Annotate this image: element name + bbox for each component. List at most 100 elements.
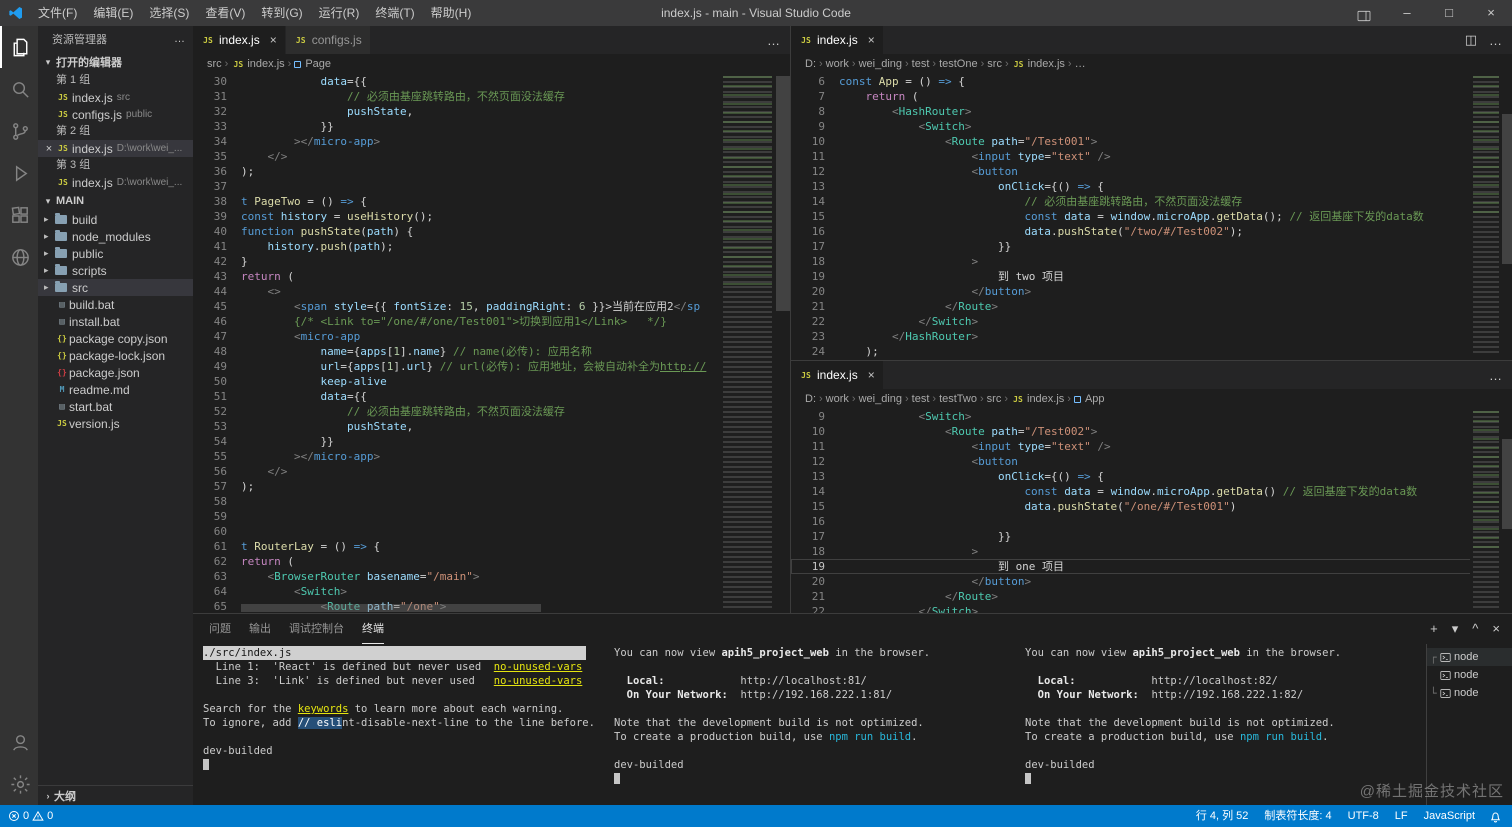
code-line[interactable]: 14 // 必须由基座跳转路由，不然页面没法缓存 <box>791 194 1512 209</box>
project-section-header[interactable]: ▾ MAIN <box>38 191 193 211</box>
code-line[interactable]: 18 > <box>791 544 1512 559</box>
minimize-button[interactable]: – <box>1386 0 1428 26</box>
code-line[interactable]: 13 onClick={() => { <box>791 179 1512 194</box>
file-item[interactable]: ▤ install.bat <box>38 313 193 330</box>
code-line[interactable]: 12 <button <box>791 164 1512 179</box>
extensions-icon[interactable] <box>0 194 38 236</box>
breadcrumb-item[interactable]: src <box>987 393 1002 405</box>
close-icon[interactable]: × <box>42 143 56 155</box>
code-line[interactable]: 17 }} <box>791 239 1512 254</box>
notifications-bell-icon[interactable] <box>1483 806 1502 826</box>
breadcrumb-item[interactable]: wei_ding <box>859 393 902 405</box>
breadcrumb-item[interactable]: src <box>207 58 222 70</box>
breadcrumb-item[interactable]: Page <box>294 58 331 70</box>
code-line[interactable]: 30 data={{ <box>193 74 790 89</box>
code-line[interactable]: 50 keep-alive <box>193 374 790 389</box>
open-editors-header[interactable]: ▾ 打开的编辑器 <box>38 52 193 72</box>
code-line[interactable]: 41 history.push(path); <box>193 239 790 254</box>
menu-item[interactable]: 运行(R) <box>311 0 368 26</box>
code-line[interactable]: 6 const App = () => { <box>791 74 1512 89</box>
code-line[interactable]: 40 function pushState(path) { <box>193 224 790 239</box>
editor-tab[interactable]: JS index.js × <box>193 26 286 54</box>
vertical-scrollbar[interactable] <box>1502 439 1512 529</box>
terminal-1[interactable]: ./src/index.js Line 1: 'React' is define… <box>193 644 604 805</box>
search-icon[interactable] <box>0 68 38 110</box>
panel-tab[interactable]: 终端 <box>362 615 384 644</box>
menu-item[interactable]: 选择(S) <box>141 0 197 26</box>
code-line[interactable]: 61 t RouterLay = () => { <box>193 539 790 554</box>
breadcrumb-item[interactable]: testOne <box>939 58 978 70</box>
code-line[interactable]: 46 {/* <Link to="/one/#/one/Test001">切换到… <box>193 314 790 329</box>
more-actions-icon[interactable]: … <box>174 33 185 45</box>
code-line[interactable]: 38 t PageTwo = () => { <box>193 194 790 209</box>
code-line[interactable]: 32 pushState, <box>193 104 790 119</box>
code-line[interactable]: 10 <Route path="/Test001"> <box>791 134 1512 149</box>
breadcrumb-item[interactable]: JS index.js <box>1012 58 1065 70</box>
breadcrumb-item[interactable]: JS index.js <box>1011 393 1064 405</box>
folder-item[interactable]: ▸ scripts <box>38 262 193 279</box>
breadcrumb-item[interactable]: wei_ding <box>859 58 902 70</box>
status-item[interactable]: LF <box>1387 805 1416 827</box>
code-line[interactable]: 60 <box>193 524 790 539</box>
menu-item[interactable]: 帮助(H) <box>423 0 480 26</box>
breadcrumb-item[interactable]: D: <box>805 393 816 405</box>
code-line[interactable]: 45 <span style={{ fontSize: 15, paddingR… <box>193 299 790 314</box>
editor-tab[interactable]: JS index.js × <box>791 361 884 389</box>
file-item[interactable]: {} package copy.json <box>38 330 193 347</box>
layout-toggle-icon[interactable] <box>1356 8 1372 24</box>
code-line[interactable]: 21 </Route> <box>791 299 1512 314</box>
code-line[interactable]: 8 <HashRouter> <box>791 104 1512 119</box>
code-line[interactable]: 51 data={{ <box>193 389 790 404</box>
breadcrumb-item[interactable]: … <box>1075 58 1086 70</box>
globe-icon[interactable] <box>0 236 38 278</box>
code-line[interactable]: 31 // 必须由基座跳转路由，不然页面没法缓存 <box>193 89 790 104</box>
code-line[interactable]: 53 pushState, <box>193 419 790 434</box>
code-line[interactable]: 20 </button> <box>791 574 1512 589</box>
status-item[interactable]: 行 4, 列 52 <box>1188 805 1257 827</box>
more-icon[interactable]: … <box>1489 368 1502 383</box>
file-item[interactable]: {} package.json <box>38 364 193 381</box>
more-icon[interactable]: … <box>767 33 780 48</box>
code-line[interactable]: 35 </> <box>193 149 790 164</box>
code-line[interactable]: 15 const data = window.microApp.getData(… <box>791 209 1512 224</box>
file-item[interactable]: Mreadme.md <box>38 381 193 398</box>
vertical-scrollbar[interactable] <box>776 76 790 311</box>
panel-action[interactable]: ^ <box>1472 621 1478 637</box>
code-line[interactable]: 14 const data = window.microApp.getData(… <box>791 484 1512 499</box>
code-line[interactable]: 57); <box>193 479 790 494</box>
open-editor-item[interactable]: ×JSindex.jsD:\work\wei_... <box>38 174 193 191</box>
editor-tab[interactable]: JS index.js × <box>791 26 884 54</box>
terminal-list-item[interactable]: └ node <box>1427 684 1512 702</box>
code-line[interactable]: 17 }} <box>791 529 1512 544</box>
code-line[interactable]: 23 </HashRouter> <box>791 329 1512 344</box>
file-item[interactable]: ▤ start.bat <box>38 398 193 415</box>
panel-tab[interactable]: 问题 <box>209 615 231 644</box>
code-line[interactable]: 48 name={apps[1].name} // name(必传): 应用名称 <box>193 344 790 359</box>
code-line[interactable]: 16 <box>791 514 1512 529</box>
panel-action[interactable]: ▾ <box>1452 621 1459 637</box>
code-line[interactable]: 52 // 必须由基座跳转路由，不然页面没法缓存 <box>193 404 790 419</box>
folder-item[interactable]: ▸ node_modules <box>38 228 193 245</box>
code-line[interactable]: 55 ></micro-app> <box>193 449 790 464</box>
source-control-icon[interactable] <box>0 110 38 152</box>
code-line[interactable]: 21 </Route> <box>791 589 1512 604</box>
code-line[interactable]: 10 <Route path="/Test002"> <box>791 424 1512 439</box>
panel-action[interactable]: × <box>1492 621 1500 637</box>
file-item[interactable]: ▤ build.bat <box>38 296 193 313</box>
code-line[interactable]: 43 return ( <box>193 269 790 284</box>
breadcrumb-item[interactable]: D: <box>805 58 816 70</box>
code-line[interactable]: 24 ); <box>791 344 1512 359</box>
code-line[interactable]: 36); <box>193 164 790 179</box>
breadcrumb-item[interactable]: work <box>826 58 849 70</box>
code-line[interactable]: 12 <button <box>791 454 1512 469</box>
code-line[interactable]: 63 <BrowserRou­ter basename="/main"> <box>193 569 790 584</box>
folder-item[interactable]: ▸ build <box>38 211 193 228</box>
menu-item[interactable]: 编辑(E) <box>85 0 141 26</box>
code-line[interactable]: 9 <Switch> <box>791 119 1512 134</box>
code-line[interactable]: 56 </> <box>193 464 790 479</box>
code-line[interactable]: 37 <box>193 179 790 194</box>
close-button[interactable]: × <box>1470 0 1512 26</box>
code-line[interactable]: 49 url={apps[1].url} // url(必传): 应用地址，会被… <box>193 359 790 374</box>
code-line[interactable]: 16 data.pushState("/two/#/Test002"); <box>791 224 1512 239</box>
code-line[interactable]: 20 </button> <box>791 284 1512 299</box>
